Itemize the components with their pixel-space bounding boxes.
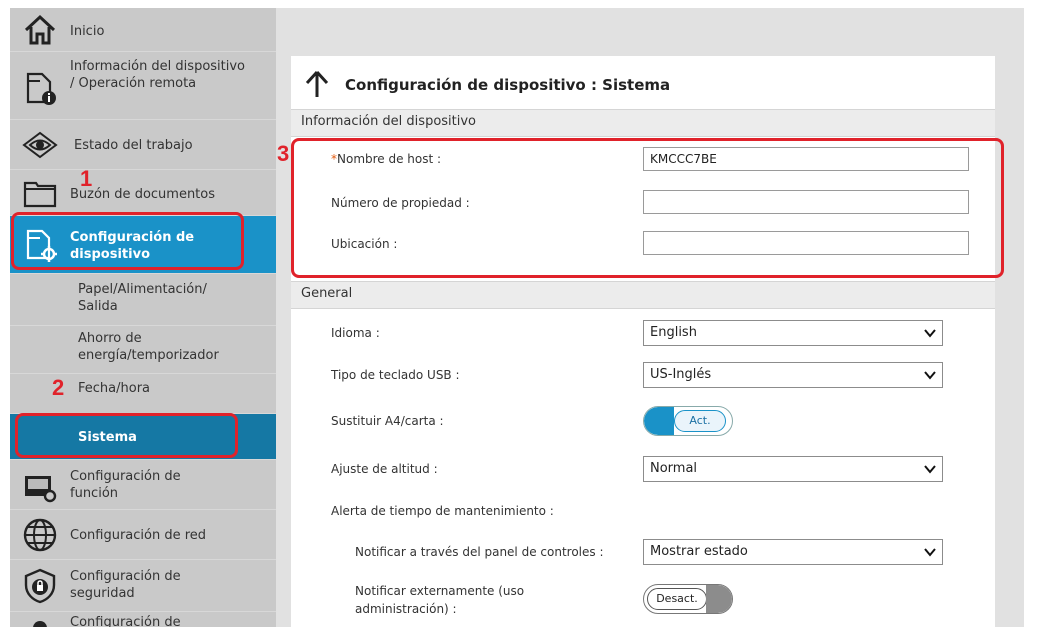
replace-a4-toggle[interactable]: Act. (643, 406, 733, 436)
notify-external-value: Desact. (647, 588, 707, 610)
sidebar-item-label: Estado del trabajo (74, 138, 193, 153)
sidebar-item-user-settings[interactable]: Configuración de (10, 612, 276, 627)
maintenance-alert-label: Alerta de tiempo de mantenimiento : (331, 504, 554, 518)
folder-icon (23, 181, 57, 208)
altitude-label: Ajuste de altitud : (331, 462, 438, 476)
sidebar-item-function-settings[interactable]: Configuración de función (10, 460, 276, 510)
notify-panel-label: Notificar a través del panel de controle… (355, 545, 604, 559)
language-value: English (650, 325, 697, 340)
eye-icon (22, 131, 58, 159)
shield-lock-icon (24, 568, 56, 604)
sidebar-item-document-box[interactable]: Buzón de documentos (10, 170, 276, 216)
altitude-value: Normal (650, 461, 698, 476)
sidebar-item-home[interactable]: Inicio (10, 8, 276, 52)
usb-keyboard-value: US-Inglés (650, 367, 712, 382)
sidebar-item-job-status[interactable]: Estado del trabajo (10, 120, 276, 170)
chevron-down-icon (924, 329, 936, 338)
annotation-box-device-settings (11, 212, 244, 270)
home-icon (24, 14, 56, 45)
notify-panel-value: Mostrar estado (650, 544, 748, 559)
chevron-down-icon (924, 465, 936, 474)
sidebar-item-label: Fecha/hora (78, 381, 151, 396)
annotation-box-system (15, 413, 238, 458)
function-settings-icon (25, 476, 57, 503)
section-title: General (301, 286, 353, 301)
page-title: Configuración de dispositivo : Sistema (345, 76, 671, 94)
language-label: Idioma : (331, 326, 380, 340)
sidebar-item-label: Papel/Alimentación/ Salida (78, 282, 207, 314)
sidebar-item-label: Información del dispositivo / Operación … (70, 59, 246, 91)
sidebar-item-label: Configuración de función (70, 469, 181, 501)
toggle-knob (706, 585, 732, 613)
sidebar-item-label: Configuración de red (70, 528, 207, 543)
language-select[interactable]: English (643, 320, 943, 346)
replace-a4-label: Sustituir A4/carta : (331, 414, 444, 428)
step-number-2: 2 (52, 375, 65, 400)
globe-icon (23, 518, 57, 552)
chevron-down-icon (924, 548, 936, 557)
sidebar-item-network-settings[interactable]: Configuración de red (10, 510, 276, 560)
altitude-select[interactable]: Normal (643, 456, 943, 482)
annotation-box-device-info (291, 138, 1004, 278)
sidebar-item-device-info[interactable]: Información del dispositivo / Operación … (10, 52, 276, 120)
section-general: General (291, 281, 995, 309)
notify-external-toggle[interactable]: Desact. (643, 584, 733, 614)
notify-panel-select[interactable]: Mostrar estado (643, 539, 943, 565)
user-icon (33, 621, 47, 627)
sidebar-item-label: Ahorro de energía/temporizador (78, 331, 219, 363)
usb-keyboard-label: Tipo de teclado USB : (331, 368, 460, 382)
device-info-icon (26, 72, 56, 105)
sidebar: Inicio Información del dispositivo / Ope… (10, 8, 276, 627)
replace-a4-value: Act. (674, 410, 726, 432)
sidebar-item-date-time[interactable]: Fecha/hora (10, 374, 276, 414)
step-number-1: 1 (80, 166, 93, 191)
sidebar-item-label: Inicio (70, 24, 105, 39)
sidebar-item-security-settings[interactable]: Configuración de seguridad (10, 560, 276, 612)
up-arrow-icon[interactable] (305, 70, 329, 98)
step-number-3: 3 (277, 141, 290, 166)
sidebar-item-paper[interactable]: Papel/Alimentación/ Salida (10, 274, 276, 326)
toggle-knob (644, 407, 674, 435)
notify-external-label: Notificar externamente (uso administraci… (355, 584, 525, 616)
sidebar-item-label: Configuración de (70, 615, 181, 627)
sidebar-item-label: Configuración de seguridad (70, 569, 181, 601)
usb-keyboard-select[interactable]: US-Inglés (643, 362, 943, 388)
section-title: Información del dispositivo (301, 114, 477, 129)
chevron-down-icon (924, 371, 936, 380)
sidebar-item-energy-saver[interactable]: Ahorro de energía/temporizador (10, 326, 276, 374)
section-device-info: Información del dispositivo (291, 109, 995, 137)
